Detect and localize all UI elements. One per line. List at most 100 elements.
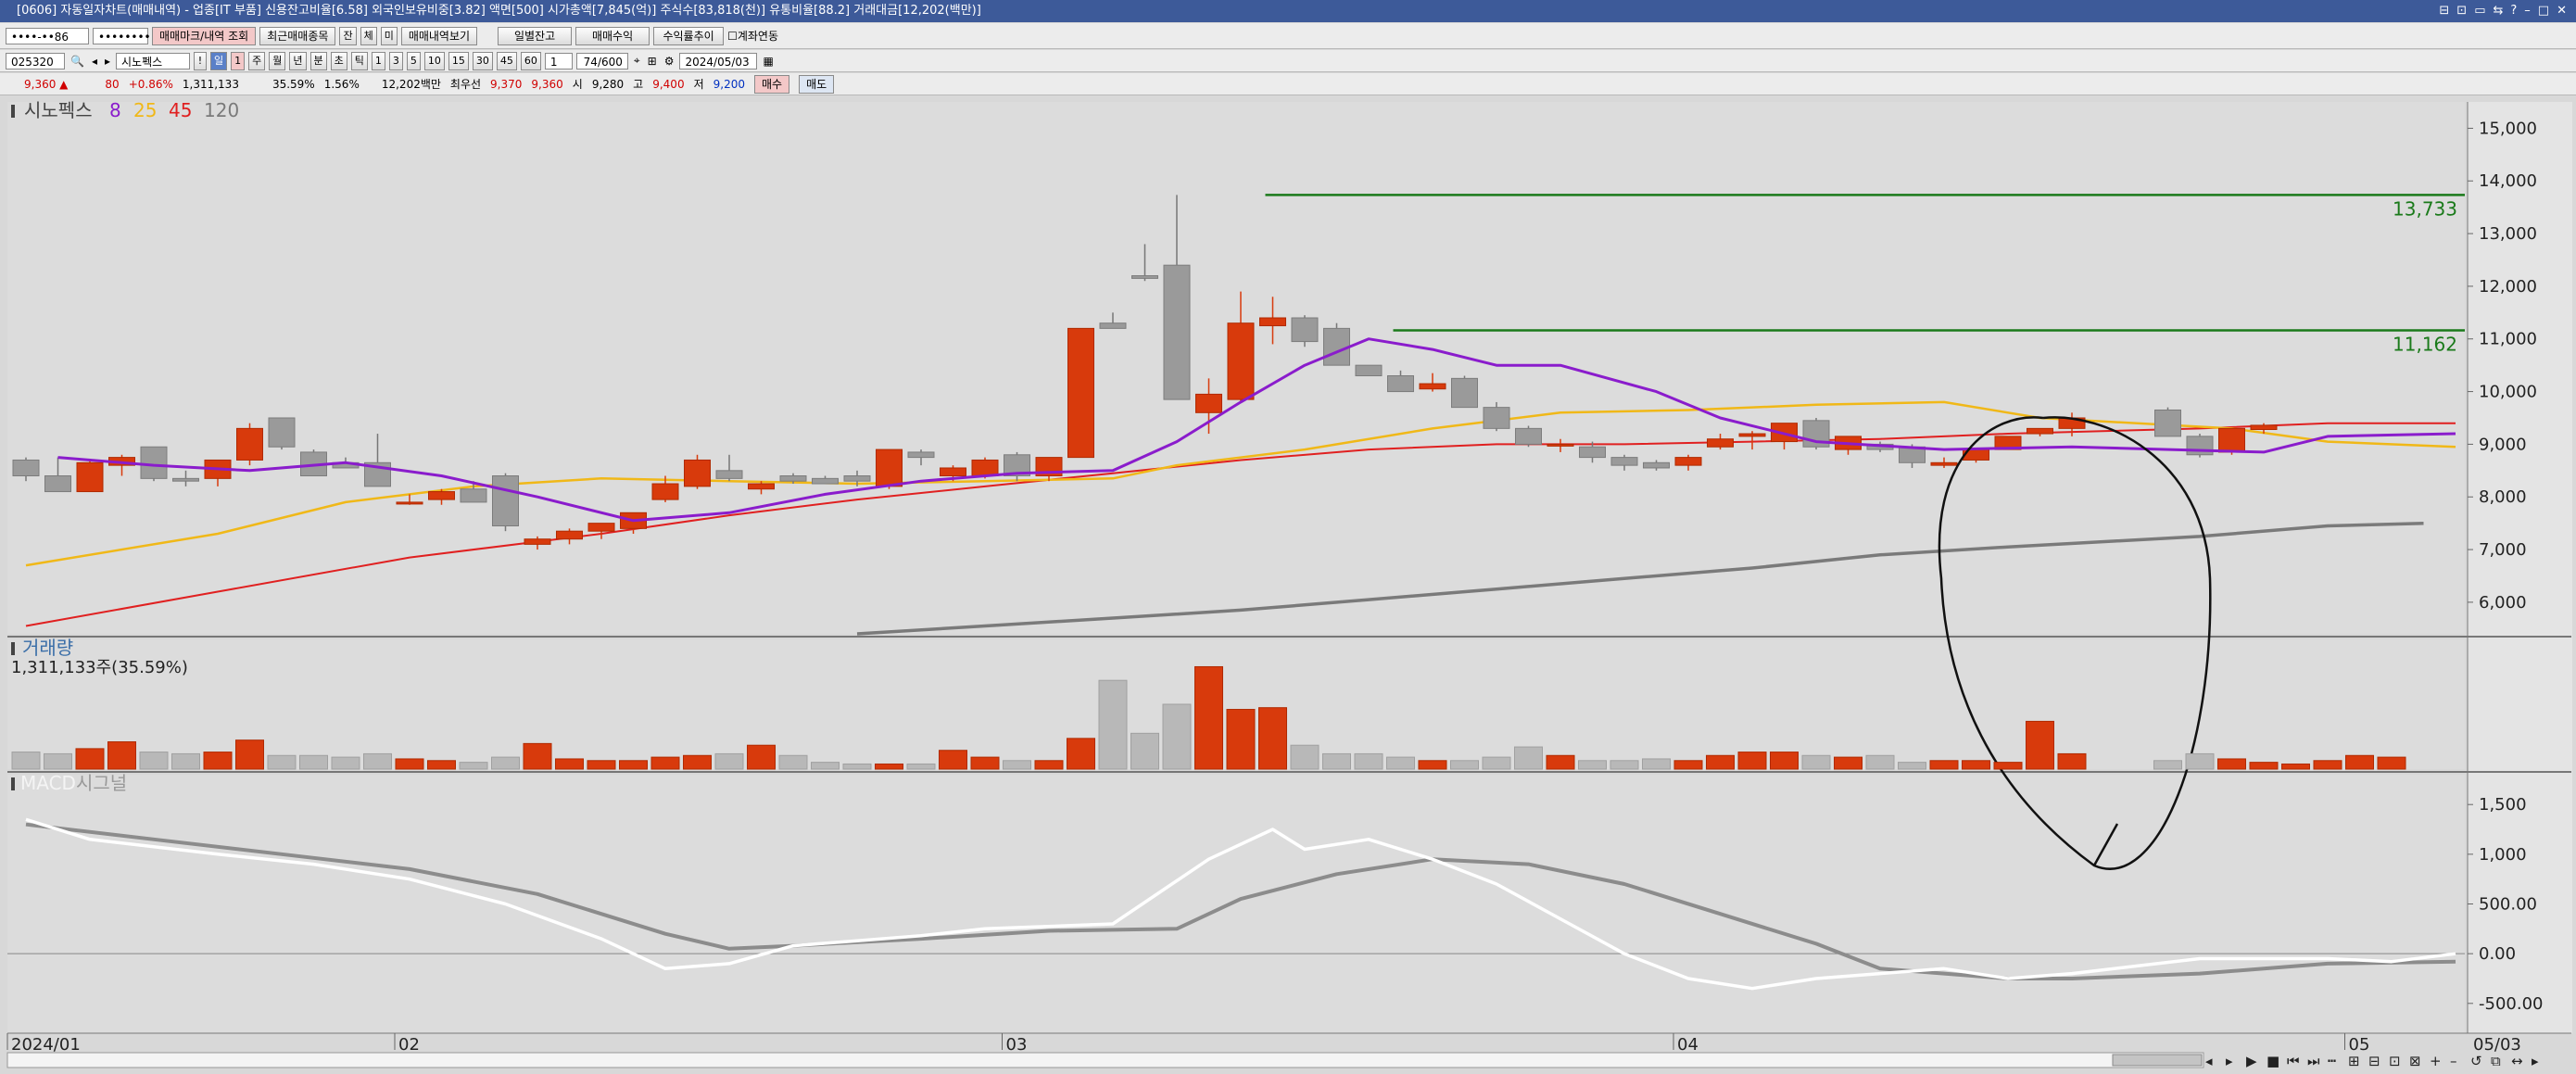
volume-bar[interactable] bbox=[1834, 756, 1863, 770]
sell-button[interactable]: 매도 bbox=[799, 74, 835, 94]
volume-bar[interactable] bbox=[2057, 752, 2087, 770]
volume-bar[interactable] bbox=[331, 756, 360, 770]
volume-bar[interactable] bbox=[1706, 754, 1735, 770]
candle[interactable] bbox=[1707, 438, 1734, 448]
period-count-button[interactable]: 1 bbox=[231, 51, 246, 70]
volume-bar[interactable] bbox=[2153, 760, 2182, 770]
candle[interactable] bbox=[1483, 407, 1510, 429]
interval-15-button[interactable]: 15 bbox=[448, 51, 469, 70]
account-select[interactable]: ••••-••86 bbox=[6, 27, 89, 44]
volume-bar[interactable] bbox=[299, 754, 328, 770]
stock-code-input[interactable]: 025320 bbox=[6, 52, 65, 69]
candle[interactable] bbox=[460, 488, 487, 503]
next-stock-icon[interactable]: ▸ bbox=[103, 55, 112, 68]
volume-bar[interactable] bbox=[1642, 758, 1671, 770]
candle[interactable] bbox=[651, 483, 679, 500]
interval-5-button[interactable]: 5 bbox=[406, 51, 421, 70]
candle[interactable] bbox=[44, 475, 71, 493]
volume-bar[interactable] bbox=[2026, 720, 2054, 770]
candle[interactable] bbox=[1930, 461, 1958, 466]
candle[interactable] bbox=[1259, 317, 1286, 327]
volume-bar[interactable] bbox=[1801, 754, 1831, 770]
volume-bar[interactable] bbox=[1962, 760, 1990, 770]
candle[interactable] bbox=[1195, 393, 1222, 413]
trade-profit-button[interactable]: 매매수익 bbox=[575, 26, 650, 45]
candle[interactable] bbox=[1291, 317, 1319, 343]
candle[interactable] bbox=[1674, 457, 1702, 466]
candle[interactable] bbox=[1163, 264, 1191, 400]
candle[interactable] bbox=[428, 491, 455, 500]
volume-bar[interactable] bbox=[107, 741, 136, 770]
volume-bar[interactable] bbox=[1673, 760, 1703, 770]
volume-bar[interactable] bbox=[491, 756, 520, 770]
period-second-button[interactable]: 초 bbox=[330, 51, 347, 70]
period-minute-button[interactable]: 분 bbox=[309, 51, 327, 70]
scrollbar-thumb[interactable] bbox=[2112, 1054, 2203, 1067]
volume-bar[interactable] bbox=[1162, 703, 1192, 770]
volume-bar[interactable] bbox=[1865, 754, 1895, 770]
period-month-button[interactable]: 월 bbox=[269, 51, 286, 70]
candle[interactable] bbox=[2218, 427, 2245, 453]
candle[interactable] bbox=[2027, 427, 2053, 435]
interval-1-button[interactable]: 1 bbox=[371, 51, 385, 70]
volume-bar[interactable] bbox=[683, 754, 712, 770]
candle[interactable] bbox=[779, 475, 807, 482]
candle[interactable] bbox=[1387, 375, 1414, 393]
daily-balance-button[interactable]: 일별잔고 bbox=[498, 26, 573, 45]
volume-bar[interactable] bbox=[2313, 760, 2342, 770]
window-control-icon-5[interactable]: – bbox=[2524, 0, 2531, 22]
interval-60-button[interactable]: 60 bbox=[520, 51, 541, 70]
volume-bar[interactable] bbox=[171, 752, 200, 770]
volume-bar[interactable] bbox=[875, 763, 903, 770]
window-control-icon-1[interactable]: ⊡ bbox=[2456, 0, 2467, 22]
volume-bar[interactable] bbox=[363, 752, 392, 770]
volume-bar[interactable] bbox=[1482, 756, 1511, 770]
volume-bar[interactable] bbox=[1386, 756, 1415, 770]
volume-bar[interactable] bbox=[811, 762, 840, 770]
candle[interactable] bbox=[396, 501, 423, 505]
volume-bar[interactable] bbox=[523, 742, 552, 770]
search-icon[interactable]: 🔍 bbox=[69, 55, 86, 68]
chart-area[interactable]: 15,000 14,000 13,000 12,000 11,000 10,000 9,00… bbox=[0, 96, 2576, 1074]
volume-bar[interactable] bbox=[1514, 746, 1543, 770]
candle[interactable] bbox=[940, 467, 966, 477]
window-control-icon-3[interactable]: ⇆ bbox=[2493, 0, 2503, 22]
prev-stock-icon[interactable]: ◂ bbox=[90, 55, 99, 68]
panel-handle-icon[interactable] bbox=[11, 642, 15, 655]
account-link-checkbox[interactable]: ☐계좌연동 bbox=[727, 28, 778, 44]
volume-bar[interactable] bbox=[2185, 752, 2215, 770]
volume-bar[interactable] bbox=[1098, 679, 1128, 770]
candle[interactable] bbox=[907, 451, 935, 459]
candle[interactable] bbox=[876, 449, 903, 487]
candle[interactable] bbox=[715, 470, 743, 479]
volume-bar[interactable] bbox=[267, 754, 297, 770]
recent-trades-button[interactable]: 최근매매종목 bbox=[259, 26, 336, 45]
volume-bar[interactable] bbox=[1226, 709, 1256, 770]
candle[interactable] bbox=[1547, 443, 1574, 447]
volume-bar[interactable] bbox=[1578, 760, 1607, 770]
volume-bar[interactable] bbox=[395, 758, 424, 770]
volume-bar[interactable] bbox=[1322, 752, 1351, 770]
volume-bar[interactable] bbox=[1450, 760, 1479, 770]
volume-bar[interactable] bbox=[1929, 760, 1959, 770]
volume-bar[interactable] bbox=[139, 752, 169, 770]
volume-bar[interactable] bbox=[747, 744, 776, 770]
candle[interactable] bbox=[556, 530, 583, 540]
candle[interactable] bbox=[1323, 327, 1350, 366]
period-tick-button[interactable]: 틱 bbox=[350, 51, 368, 70]
candle[interactable] bbox=[1067, 327, 1094, 459]
horizontal-scrollbar[interactable] bbox=[6, 1052, 2204, 1068]
panel-handle-icon[interactable] bbox=[11, 105, 15, 118]
candle[interactable] bbox=[2154, 409, 2181, 437]
candle[interactable] bbox=[843, 475, 871, 482]
buy-button[interactable]: 매수 bbox=[753, 74, 790, 94]
volume-bar[interactable] bbox=[1258, 707, 1287, 770]
volume-bar[interactable] bbox=[778, 754, 808, 770]
candle[interactable] bbox=[12, 459, 40, 477]
crosshair-icon[interactable]: ⌖ bbox=[632, 54, 642, 68]
candle[interactable] bbox=[492, 475, 519, 526]
candle[interactable] bbox=[76, 461, 104, 493]
volume-bar[interactable] bbox=[2377, 756, 2406, 770]
volume-bar[interactable] bbox=[1067, 738, 1095, 770]
candle[interactable] bbox=[1579, 446, 1606, 459]
